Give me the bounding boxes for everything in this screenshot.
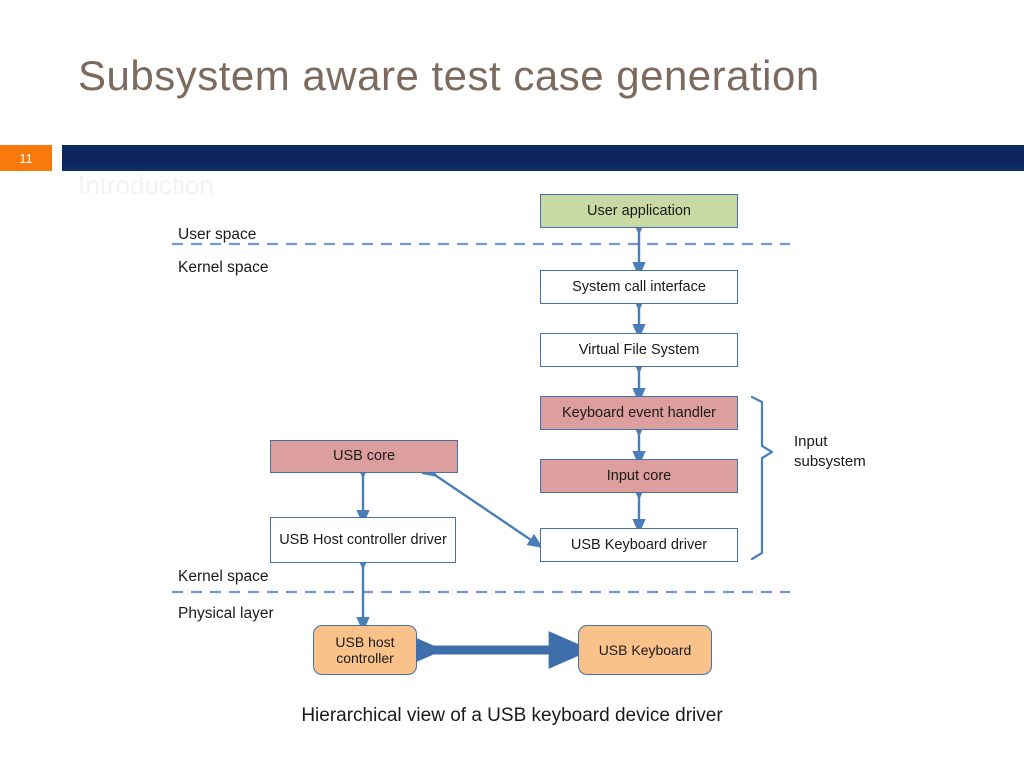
node-usb-keyboard[interactable]: USB Keyboard bbox=[578, 625, 712, 675]
node-usb-host-controller-driver[interactable]: USB Host controller driver bbox=[270, 517, 456, 563]
label-input-subsystem-line1: Input bbox=[794, 433, 828, 450]
label-physical-layer: Physical layer bbox=[178, 605, 274, 622]
node-system-call-interface[interactable]: System call interface bbox=[540, 270, 738, 304]
node-input-core[interactable]: Input core bbox=[540, 459, 738, 493]
label-kernel-space-bottom: Kernel space bbox=[178, 568, 269, 585]
label-input-subsystem: Input subsystem bbox=[794, 432, 866, 473]
node-virtual-file-system[interactable]: Virtual File System bbox=[540, 333, 738, 367]
usb-keyboard-driver-diagram: User application System call interface V… bbox=[0, 0, 1024, 768]
node-usb-host-controller[interactable]: USB host controller bbox=[313, 625, 417, 675]
input-subsystem-bracket bbox=[750, 395, 774, 561]
label-user-space: User space bbox=[178, 226, 257, 243]
label-input-subsystem-line2: subsystem bbox=[794, 453, 866, 471]
node-keyboard-event-handler[interactable]: Keyboard event handler bbox=[540, 396, 738, 430]
diagram-caption: Hierarchical view of a USB keyboard devi… bbox=[301, 705, 723, 726]
label-kernel-space-top: Kernel space bbox=[178, 259, 269, 276]
node-usb-keyboard-driver[interactable]: USB Keyboard driver bbox=[540, 528, 738, 562]
node-usb-core[interactable]: USB core bbox=[270, 440, 458, 473]
node-user-application[interactable]: User application bbox=[540, 194, 738, 228]
diagram-connectors bbox=[172, 219, 790, 669]
